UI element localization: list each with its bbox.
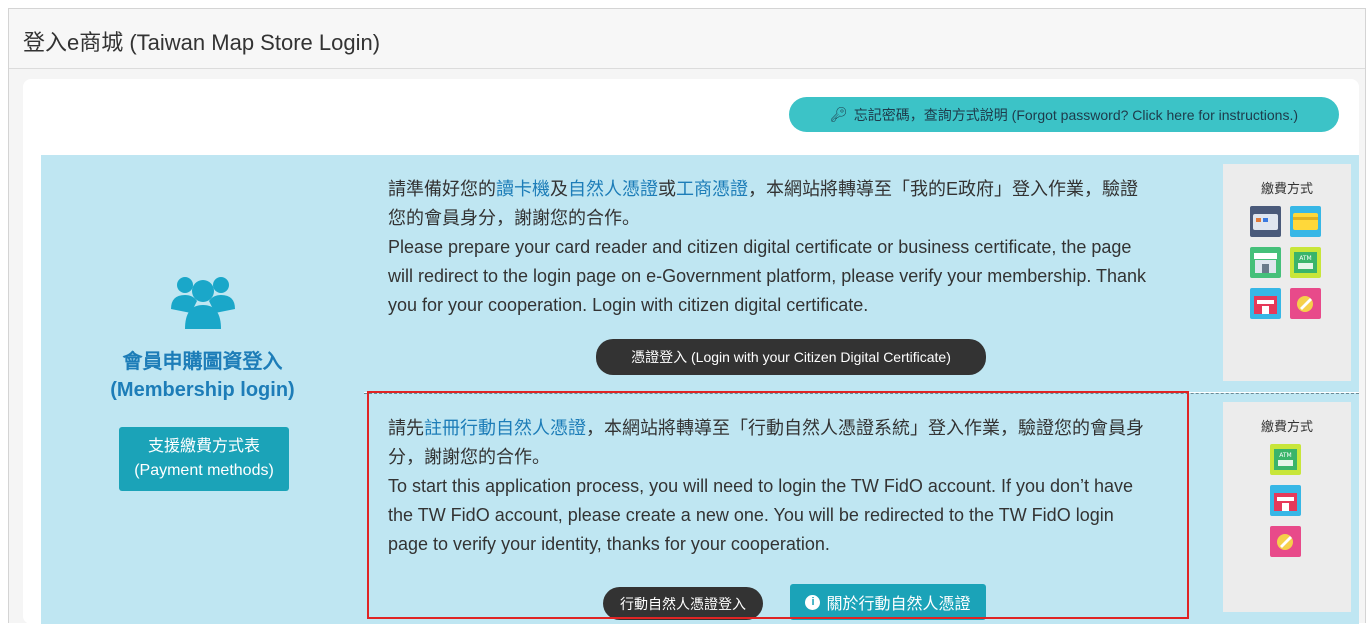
- card-reader-icon: [1250, 206, 1281, 237]
- certificate-login-section: 請準備好您的讀卡機及自然人憑證或工商憑證，本網站將轉導至「我的E政府」登入作業，…: [364, 155, 1359, 392]
- forgot-password-label: 忘記密碼，查詢方式說明 (Forgot password? Click here…: [853, 106, 1298, 123]
- payment-title: 繳費方式: [1260, 181, 1313, 196]
- page-header: 登入e商城 (Taiwan Map Store Login): [9, 9, 1365, 69]
- certificate-login-button[interactable]: 憑證登入 (Login with your Citizen Digital Ce…: [596, 339, 986, 375]
- payment-methods-line2: (Payment methods): [134, 462, 274, 479]
- credit-card-icon: [1290, 206, 1321, 237]
- login-window: 登入e商城 (Taiwan Map Store Login) 🔑︎ 忘記密碼，查…: [8, 8, 1366, 624]
- mobile-en: To start this application process, you w…: [388, 476, 1134, 554]
- membership-title-zh: 會員申購圖資登入: [122, 351, 283, 373]
- business-certificate-link[interactable]: 工商憑證: [676, 179, 748, 199]
- payment-methods-line1: 支援繳費方式表: [147, 438, 260, 455]
- mobile-instructions: 請先註冊行動自然人憑證，本網站將轉導至「行動自然人憑證系統」登入作業，驗證您的會…: [388, 414, 1148, 559]
- forgot-password-button[interactable]: 🔑︎ 忘記密碼，查詢方式說明 (Forgot password? Click h…: [789, 97, 1339, 132]
- atm-icon: ATM: [1270, 444, 1301, 475]
- payment-title-2: 繳費方式: [1260, 419, 1313, 434]
- membership-column: 會員申購圖資登入 (Membership login) 支援繳費方式表 (Pay…: [41, 155, 364, 624]
- register-mobile-certificate-link[interactable]: 註冊行動自然人憑證: [424, 418, 586, 438]
- atm-icon: ATM: [1290, 247, 1321, 278]
- svg-text:ATM: ATM: [1299, 255, 1311, 262]
- post-office-icon: [1250, 288, 1281, 319]
- mobile-certificate-login-button[interactable]: 行動自然人憑證登入: [603, 587, 763, 620]
- svg-text:ATM: ATM: [1279, 452, 1291, 459]
- login-panel: 🔑︎ 忘記密碼，查詢方式說明 (Forgot password? Click h…: [23, 79, 1359, 624]
- instr-zh-part1: 請準備好您的: [388, 179, 496, 199]
- page-title: 登入e商城 (Taiwan Map Store Login): [23, 30, 381, 55]
- citizen-certificate-link[interactable]: 自然人憑證: [568, 179, 658, 199]
- instr-zh-part2: 及: [550, 179, 568, 199]
- mobile-certificate-section: 請先註冊行動自然人憑證，本網站將轉導至「行動自然人憑證系統」登入作業，驗證您的會…: [364, 393, 1359, 624]
- membership-title-en: (Membership login): [110, 379, 295, 401]
- payment-methods-box-1: 繳費方式 ATM: [1223, 164, 1351, 381]
- key-icon: 🔑︎: [830, 106, 848, 122]
- about-mobile-certificate-label: 關於行動自然人憑證: [826, 596, 971, 613]
- mobile-zh-part1: 請先: [388, 418, 424, 438]
- about-mobile-certificate-button[interactable]: i 關於行動自然人憑證: [790, 584, 986, 620]
- instr-zh-part3: 或: [658, 179, 676, 199]
- users-icon: [171, 277, 235, 329]
- gift-payment-icon: [1290, 288, 1321, 319]
- payment-methods-button[interactable]: 支援繳費方式表 (Payment methods): [119, 427, 289, 491]
- instr-en: Please prepare your card reader and citi…: [388, 237, 1147, 315]
- card-reader-link[interactable]: 讀卡機: [496, 179, 550, 199]
- info-icon: i: [805, 594, 821, 610]
- payment-methods-box-2: 繳費方式 ATM: [1223, 402, 1351, 612]
- gift-payment-icon: [1270, 526, 1301, 557]
- certificate-instructions: 請準備好您的讀卡機及自然人憑證或工商憑證，本網站將轉導至「我的E政府」登入作業，…: [388, 175, 1148, 320]
- post-office-icon: [1270, 485, 1301, 516]
- convenience-store-icon: [1250, 247, 1281, 278]
